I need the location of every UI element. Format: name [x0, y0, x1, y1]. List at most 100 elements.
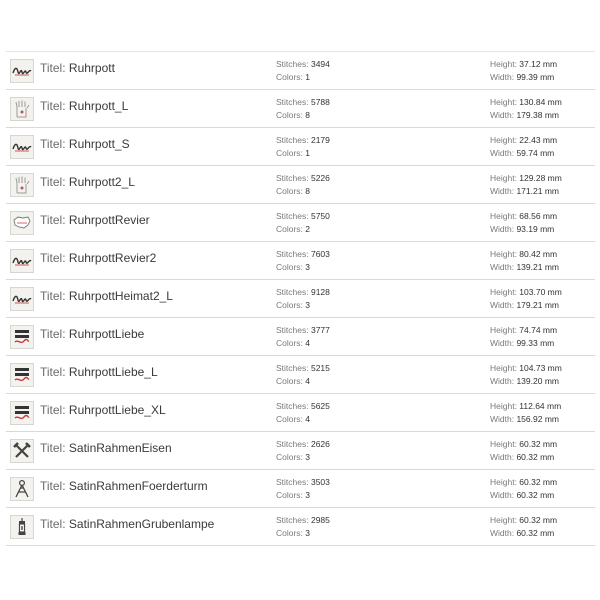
colors-value: 3 [305, 452, 311, 462]
glove-icon [13, 99, 31, 119]
colors-value: 4 [305, 414, 311, 424]
width-label: Width: [490, 186, 517, 196]
height-value: 103.70 mm [519, 287, 562, 297]
list-item[interactable]: Titel: RuhrpottRevier Stitches: 5750 Col… [6, 204, 595, 242]
design-thumbnail[interactable] [10, 325, 34, 349]
design-thumbnail[interactable] [10, 249, 34, 273]
list-item[interactable]: Titel: RuhrpottLiebe_L Stitches: 5215 Co… [6, 356, 595, 394]
stitch-info: Stitches: 7603 Colors: 3 [276, 248, 330, 274]
width-value: 171.21 mm [516, 186, 559, 196]
list-item[interactable]: Titel: RuhrpottHeimat2_L Stitches: 9128 … [6, 280, 595, 318]
stitches-value: 2179 [310, 135, 330, 145]
height-label: Height: [490, 59, 520, 69]
height-label: Height: [490, 363, 520, 373]
text-logo-icon [12, 403, 32, 423]
width-value: 99.39 mm [516, 72, 555, 82]
height-value: 129.28 mm [519, 173, 562, 183]
list-item[interactable]: Titel: SatinRahmenFoerderturm Stitches: … [6, 470, 595, 508]
design-title: Titel: RuhrpottRevier2 [40, 251, 156, 265]
dimension-info: Height: 37.12 mm Width: 99.39 mm [490, 58, 557, 84]
list-item[interactable]: Titel: Ruhrpott2_L Stitches: 5226 Colors… [6, 166, 595, 204]
stitches-value: 5788 [310, 97, 330, 107]
design-title: Titel: SatinRahmenGrubenlampe [40, 517, 214, 531]
design-thumbnail[interactable] [10, 59, 34, 83]
design-thumbnail[interactable] [10, 211, 34, 235]
stitches-value: 7603 [310, 249, 330, 259]
stitches-label: Stitches: [276, 515, 311, 525]
width-label: Width: [490, 300, 517, 310]
height-value: 60.32 mm [519, 515, 558, 525]
design-thumbnail[interactable] [10, 515, 34, 539]
stitches-label: Stitches: [276, 363, 311, 373]
height-value: 74.74 mm [519, 325, 558, 335]
design-title: Titel: RuhrpottRevier [40, 213, 150, 227]
title-label: Titel: [40, 365, 69, 379]
title-label: Titel: [40, 175, 69, 189]
height-label: Height: [490, 97, 520, 107]
stitch-info: Stitches: 5625 Colors: 4 [276, 400, 330, 426]
design-thumbnail[interactable] [10, 97, 34, 121]
height-label: Height: [490, 287, 520, 297]
stitch-info: Stitches: 3494 Colors: 1 [276, 58, 330, 84]
width-value: 59.74 mm [516, 148, 555, 158]
height-label: Height: [490, 173, 520, 183]
list-item[interactable]: Titel: RuhrpottRevier2 Stitches: 7603 Co… [6, 242, 595, 280]
design-title: Titel: Ruhrpott2_L [40, 175, 135, 189]
design-title: Titel: RuhrpottLiebe [40, 327, 144, 341]
list-item[interactable]: Titel: SatinRahmenEisen Stitches: 2626 C… [6, 432, 595, 470]
stitch-info: Stitches: 5215 Colors: 4 [276, 362, 330, 388]
stitch-info: Stitches: 3503 Colors: 3 [276, 476, 330, 502]
title-label: Titel: [40, 403, 69, 417]
colors-value: 3 [305, 528, 311, 538]
title-label: Titel: [40, 251, 69, 265]
height-value: 112.64 mm [519, 401, 562, 411]
list-item[interactable]: Titel: Ruhrpott_S Stitches: 2179 Colors:… [6, 128, 595, 166]
stitches-label: Stitches: [276, 211, 311, 221]
stitches-value: 5750 [310, 211, 330, 221]
width-label: Width: [490, 528, 517, 538]
title-value: Ruhrpott_L [68, 99, 129, 113]
title-value: Ruhrpott [68, 61, 115, 75]
list-item[interactable]: Titel: Ruhrpott Stitches: 3494 Colors: 1… [6, 51, 595, 90]
width-value: 179.38 mm [516, 110, 559, 120]
map-outline-icon [12, 215, 32, 231]
colors-value: 4 [305, 338, 311, 348]
design-thumbnail[interactable] [10, 287, 34, 311]
width-label: Width: [490, 414, 517, 424]
design-title: Titel: SatinRahmenEisen [40, 441, 172, 455]
stitches-value: 5215 [310, 363, 330, 373]
colors-label: Colors: [276, 490, 306, 500]
design-thumbnail[interactable] [10, 477, 34, 501]
stitches-value: 3494 [310, 59, 330, 69]
width-value: 139.21 mm [516, 262, 559, 272]
width-label: Width: [490, 490, 517, 500]
width-label: Width: [490, 224, 517, 234]
list-item[interactable]: Titel: Ruhrpott_L Stitches: 5788 Colors:… [6, 90, 595, 128]
list-item[interactable]: Titel: RuhrpottLiebe_XL Stitches: 5625 C… [6, 394, 595, 432]
title-value: RuhrpottLiebe_L [68, 365, 158, 379]
width-label: Width: [490, 262, 517, 272]
design-thumbnail[interactable] [10, 135, 34, 159]
stitch-info: Stitches: 5750 Colors: 2 [276, 210, 330, 236]
design-thumbnail[interactable] [10, 363, 34, 387]
title-value: SatinRahmenGrubenlampe [68, 517, 215, 531]
colors-label: Colors: [276, 528, 306, 538]
design-thumbnail[interactable] [10, 173, 34, 197]
design-thumbnail[interactable] [10, 439, 34, 463]
title-value: RuhrpottLiebe_XL [68, 403, 166, 417]
stitch-info: Stitches: 5788 Colors: 8 [276, 96, 330, 122]
colors-value: 2 [305, 224, 311, 234]
colors-label: Colors: [276, 300, 306, 310]
list-item[interactable]: Titel: RuhrpottLiebe Stitches: 3777 Colo… [6, 318, 595, 356]
embroidery-design-list: Titel: Ruhrpott Stitches: 3494 Colors: 1… [6, 51, 595, 546]
width-value: 60.32 mm [516, 490, 555, 500]
height-label: Height: [490, 515, 520, 525]
list-item[interactable]: Titel: SatinRahmenGrubenlampe Stitches: … [6, 508, 595, 546]
design-thumbnail[interactable] [10, 401, 34, 425]
colors-value: 1 [305, 72, 311, 82]
height-label: Height: [490, 249, 520, 259]
height-value: 37.12 mm [519, 59, 558, 69]
colors-label: Colors: [276, 224, 306, 234]
design-title: Titel: RuhrpottLiebe_XL [40, 403, 166, 417]
script-logo-icon [12, 292, 32, 306]
